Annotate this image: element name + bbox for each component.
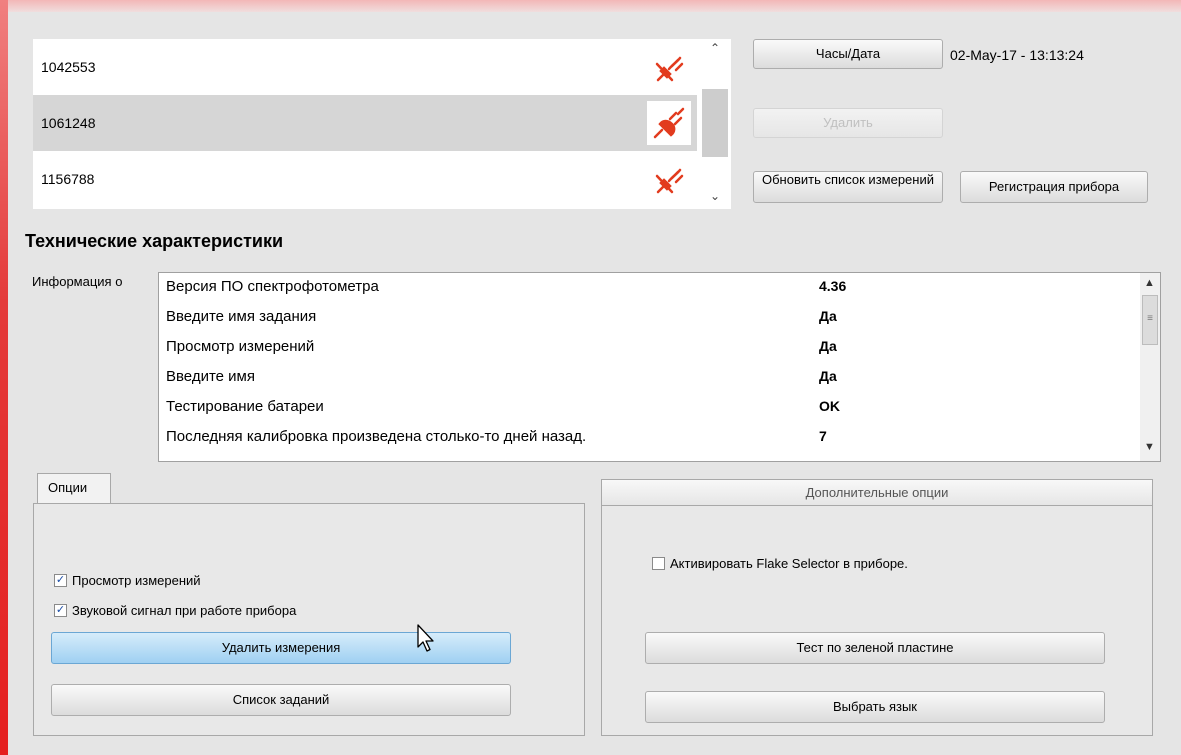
- tab-options[interactable]: Опции: [37, 473, 111, 505]
- window-frame-edge: [0, 0, 8, 755]
- plug-disconnected-icon: [651, 47, 691, 87]
- chevron-down-icon[interactable]: ⌄: [707, 189, 723, 205]
- scroll-down-arrow-icon[interactable]: ▼: [1144, 441, 1155, 453]
- device-row[interactable]: 1156788: [33, 151, 697, 207]
- select-language-button[interactable]: Выбрать язык: [645, 691, 1105, 723]
- extra-options-header: Дополнительные опции: [602, 480, 1152, 506]
- checkbox-label: Просмотр измерений: [72, 573, 201, 588]
- spec-value: 7: [819, 428, 827, 444]
- device-row[interactable]: 1042553: [33, 39, 697, 95]
- task-list-button[interactable]: Список заданий: [51, 684, 511, 716]
- refresh-measurements-button[interactable]: Обновить список измерений: [753, 171, 943, 203]
- checkmark-icon[interactable]: ✓: [54, 604, 67, 617]
- info-label: Информация о: [32, 274, 123, 289]
- spec-value: 4.36: [819, 278, 847, 294]
- plug-disconnected-icon: [651, 159, 691, 199]
- spec-key: Тестирование батареи: [166, 398, 324, 415]
- review-measurements-checkbox[interactable]: ✓ Просмотр измерений: [54, 573, 201, 588]
- spec-value: Да: [819, 338, 837, 354]
- checkmark-icon[interactable]: ✓: [54, 574, 67, 587]
- tech-specs-table: Версия ПО спектрофотометра 4.36 Введите …: [158, 272, 1161, 462]
- table-row: Введите имя Да: [159, 363, 1129, 393]
- device-serial: 1042553: [41, 59, 96, 75]
- checkbox-label: Звуковой сигнал при работе прибора: [72, 603, 297, 618]
- spec-value: Да: [819, 308, 837, 324]
- mouse-cursor-icon: [417, 624, 434, 652]
- clock-value: 02-May-17 - 13:13:24: [950, 47, 1084, 63]
- device-serial: 1061248: [41, 115, 96, 131]
- register-device-button[interactable]: Регистрация прибора: [960, 171, 1148, 203]
- spec-value: Да: [819, 368, 837, 384]
- device-row[interactable]: 1061248: [33, 95, 697, 151]
- section-title: Технические характеристики: [25, 231, 284, 251]
- device-serial: 1156788: [41, 171, 95, 187]
- table-row: Версия ПО спектрофотометра 4.36: [159, 273, 1129, 303]
- checkbox-box[interactable]: [652, 557, 665, 570]
- device-list-scrollbar[interactable]: ⌃ ⌄: [699, 39, 731, 209]
- plug-connected-icon: [647, 101, 691, 145]
- extra-options-panel: Дополнительные опции Активировать Flake …: [601, 479, 1153, 736]
- spec-value: OK: [819, 398, 840, 414]
- scroll-up-arrow-icon[interactable]: ▲: [1144, 277, 1155, 289]
- clock-date-button[interactable]: Часы/Дата: [753, 39, 943, 69]
- checkbox-label: Активировать Flake Selector в приборе.: [670, 556, 908, 571]
- spec-key: Просмотр измерений: [166, 338, 315, 355]
- table-row: Последняя калибровка произведена столько…: [159, 423, 1129, 453]
- spec-key: Введите имя: [166, 368, 255, 385]
- delete-measurements-button[interactable]: Удалить измерения: [51, 632, 511, 664]
- sound-signal-checkbox[interactable]: ✓ Звуковой сигнал при работе прибора: [54, 603, 296, 618]
- flake-selector-checkbox[interactable]: Активировать Flake Selector в приборе.: [652, 556, 908, 571]
- chevron-up-icon[interactable]: ⌃: [707, 41, 723, 57]
- spec-key: Версия ПО спектрофотометра: [166, 278, 379, 295]
- table-row: Тестирование батареи OK: [159, 393, 1129, 423]
- options-panel: ✓ Просмотр измерений ✓ Звуковой сигнал п…: [33, 503, 585, 736]
- spec-key: Последняя калибровка произведена столько…: [166, 428, 587, 445]
- table-row: Просмотр измерений Да: [159, 333, 1129, 363]
- delete-button[interactable]: Удалить: [753, 108, 943, 138]
- table-row: Введите имя задания Да: [159, 303, 1129, 333]
- green-plate-test-button[interactable]: Тест по зеленой пластине: [645, 632, 1105, 664]
- tech-specs-scrollbar[interactable]: ▲ ≡ ▼: [1140, 273, 1160, 461]
- spec-key: Введите имя задания: [166, 308, 317, 325]
- scrollbar-thumb[interactable]: ≡: [1142, 295, 1158, 345]
- device-list[interactable]: 1042553 1061248 1156788 ⌃ ⌄: [33, 39, 731, 209]
- device-settings-window: 1042553 1061248 1156788 ⌃ ⌄ Часы/Дата 02…: [8, 12, 1181, 755]
- scrollbar-thumb[interactable]: [702, 89, 728, 157]
